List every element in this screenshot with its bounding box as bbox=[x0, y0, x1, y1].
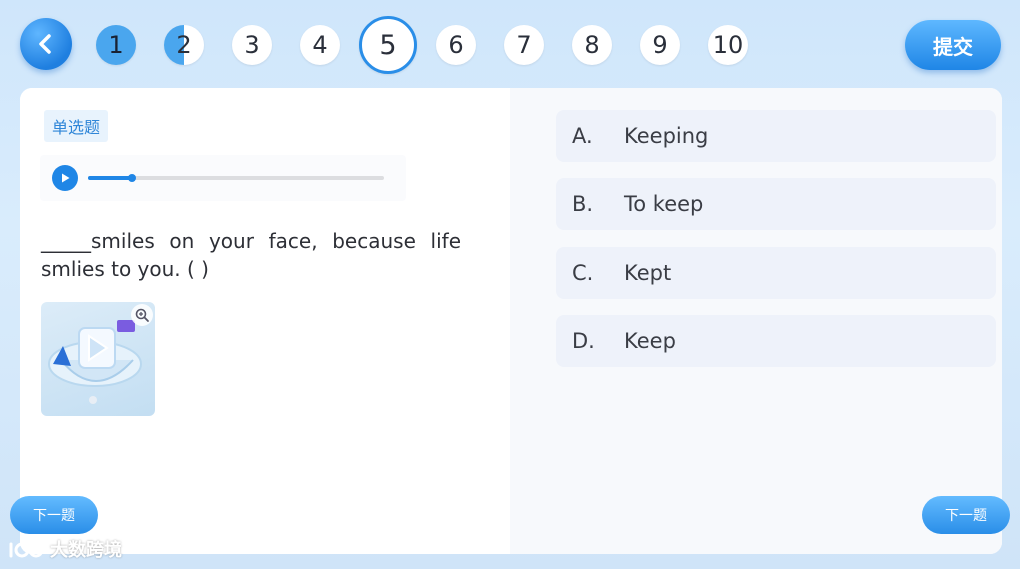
next-question-button-right[interactable]: 下一题 bbox=[922, 496, 1010, 534]
option-letter: D. bbox=[572, 329, 595, 353]
question-nav-6[interactable]: 6 bbox=[436, 25, 476, 65]
option-c[interactable]: C. Kept bbox=[556, 247, 996, 299]
option-letter: A. bbox=[572, 124, 593, 148]
question-image[interactable] bbox=[41, 302, 155, 416]
question-text: _____smiles on your face, because life s… bbox=[41, 229, 461, 281]
audio-player bbox=[40, 155, 406, 201]
question-nav-5[interactable]: 5 bbox=[359, 16, 417, 74]
option-a[interactable]: A. Keeping bbox=[556, 110, 996, 162]
option-text: Keep bbox=[624, 329, 676, 353]
zoom-in-icon bbox=[135, 308, 149, 322]
option-d[interactable]: D. Keep bbox=[556, 315, 996, 367]
options-pane: A. Keeping B. To keep C. Kept D. Keep bbox=[510, 88, 1002, 554]
question-nav-3[interactable]: 3 bbox=[232, 25, 272, 65]
audio-progress-fill bbox=[88, 176, 133, 180]
play-button[interactable] bbox=[52, 165, 78, 191]
audio-progress-track[interactable] bbox=[88, 174, 384, 182]
watermark-logo-icon bbox=[9, 542, 44, 558]
question-navigator: 1 2 3 4 5 6 7 8 9 10 bbox=[96, 16, 776, 74]
zoom-button[interactable] bbox=[131, 304, 153, 326]
question-nav-1[interactable]: 1 bbox=[96, 25, 136, 65]
question-pane: 单选题 _____smiles on your face, because li… bbox=[20, 88, 510, 554]
watermark-text: 大数跨境 bbox=[50, 540, 122, 561]
question-type-badge: 单选题 bbox=[44, 110, 109, 142]
chevron-left-icon bbox=[39, 34, 51, 54]
submit-button[interactable]: 提交 bbox=[905, 20, 1001, 70]
back-button[interactable] bbox=[20, 18, 72, 70]
option-b[interactable]: B. To keep bbox=[556, 178, 996, 230]
next-question-button-left[interactable]: 下一题 bbox=[10, 496, 98, 534]
question-nav-8[interactable]: 8 bbox=[572, 25, 612, 65]
question-nav-7[interactable]: 7 bbox=[504, 25, 544, 65]
option-letter: B. bbox=[572, 192, 594, 216]
question-nav-9[interactable]: 9 bbox=[640, 25, 680, 65]
question-card: 单选题 _____smiles on your face, because li… bbox=[20, 88, 1002, 554]
option-letter: C. bbox=[572, 261, 594, 285]
watermark: 大数跨境 bbox=[8, 536, 122, 562]
audio-progress-knob[interactable] bbox=[128, 174, 137, 182]
option-text: Kept bbox=[624, 261, 672, 285]
option-text: Keeping bbox=[624, 124, 709, 148]
question-nav-2[interactable]: 2 bbox=[164, 25, 204, 65]
question-nav-4[interactable]: 4 bbox=[300, 25, 340, 65]
question-nav-10[interactable]: 10 bbox=[708, 25, 748, 65]
option-text: To keep bbox=[624, 192, 704, 216]
play-icon bbox=[62, 173, 70, 183]
top-bar: 1 2 3 4 5 6 7 8 9 10 提交 bbox=[0, 0, 1020, 90]
